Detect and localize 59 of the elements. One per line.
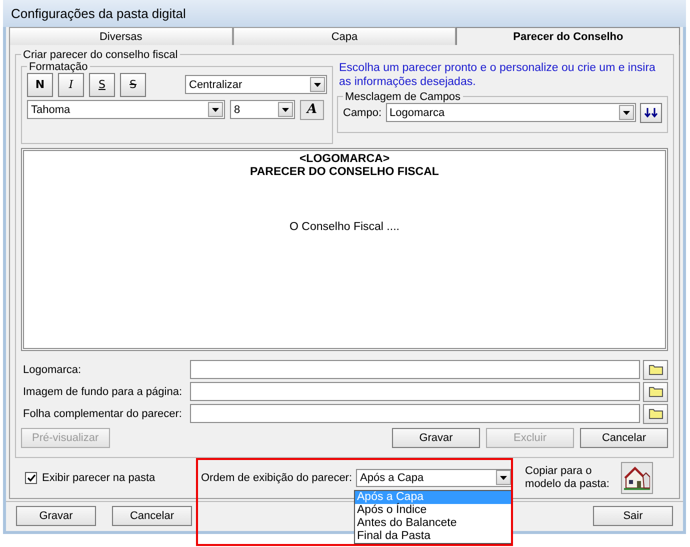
style-button[interactable]: I: [58, 72, 84, 97]
editor-heading: <LOGOMARCA>: [299, 152, 390, 166]
copy-button[interactable]: [621, 462, 654, 494]
group-title: Criar parecer do conselho fiscal: [22, 48, 179, 61]
field-select[interactable]: Logomarca: [386, 103, 636, 122]
action-button[interactable]: Gravar: [392, 428, 480, 448]
style-button[interactable]: S: [89, 72, 115, 97]
footer-button[interactable]: Gravar: [16, 506, 96, 526]
browse-button[interactable]: [643, 404, 668, 424]
double-down-arrow-icon: [644, 108, 658, 118]
font-select[interactable]: Tahoma: [27, 100, 225, 120]
group-title: Mesclagem de Campos: [344, 90, 462, 103]
check-icon: [26, 474, 36, 482]
group-title: Formatação: [28, 60, 89, 73]
caret-icon: [500, 476, 508, 480]
order-select[interactable]: Após a Capa: [356, 468, 514, 487]
tab[interactable]: Parecer do Conselho: [456, 27, 680, 45]
insert-button[interactable]: [640, 102, 662, 123]
window-title: Configurações da pasta digital: [11, 6, 186, 22]
caret-icon: [282, 108, 289, 112]
checkbox-label: Exibir parecer na pasta: [42, 472, 156, 484]
alignment-select[interactable]: Centralizar: [185, 75, 327, 94]
action-button[interactable]: Cancelar: [580, 428, 668, 448]
folder-icon: [648, 408, 662, 420]
size-select[interactable]: 8: [230, 100, 295, 120]
folder-icon: [648, 386, 662, 398]
hint-text: Escolha um parecer pronto e o personalize ou crie um e insira as informações desejadas.: [338, 60, 656, 89]
dropdown-button[interactable]: [278, 102, 293, 118]
style-button[interactable]: N: [27, 72, 53, 97]
font-button[interactable]: A: [300, 100, 324, 120]
browse-button[interactable]: [643, 382, 668, 402]
input-field[interactable]: [190, 404, 640, 424]
caret-icon: [623, 110, 630, 115]
checkbox[interactable]: [25, 472, 37, 484]
editor-text: O Conselho Fiscal ....: [290, 220, 400, 233]
folder-icon: [648, 364, 662, 376]
dropdown-button[interactable]: [208, 102, 223, 118]
house-icon: [624, 466, 650, 490]
input-field[interactable]: [190, 382, 640, 402]
dropdown-button[interactable]: [619, 105, 634, 120]
caret-icon: [314, 82, 321, 87]
footer-button[interactable]: Sair: [593, 506, 673, 526]
field-label: Logomarca:: [23, 364, 82, 376]
field-label: Campo:: [343, 106, 382, 119]
field-label: Imagem de fundo para a página:: [23, 386, 184, 398]
order-label: Ordem de exibição do parecer:: [201, 472, 352, 484]
footer-button[interactable]: Cancelar: [112, 506, 192, 526]
dropdown-button[interactable]: [310, 77, 325, 92]
copy-label: Copiar para o modelo da pasta:: [525, 464, 610, 491]
caret-icon: [212, 108, 219, 112]
tab[interactable]: Capa: [232, 27, 456, 45]
editor-heading: PARECER DO CONSELHO FISCAL: [250, 166, 439, 179]
input-field[interactable]: [190, 360, 640, 380]
dropdown-button[interactable]: [496, 470, 512, 486]
style-button[interactable]: S: [120, 72, 146, 97]
text-editor[interactable]: <LOGOMARCA> PARECER DO CONSELHO FISCAL O Conselho Fiscal ....: [21, 148, 668, 351]
field-label: Folha complementar do parecer:: [23, 408, 183, 420]
tab[interactable]: Diversas: [9, 27, 233, 45]
browse-button[interactable]: [643, 360, 668, 380]
